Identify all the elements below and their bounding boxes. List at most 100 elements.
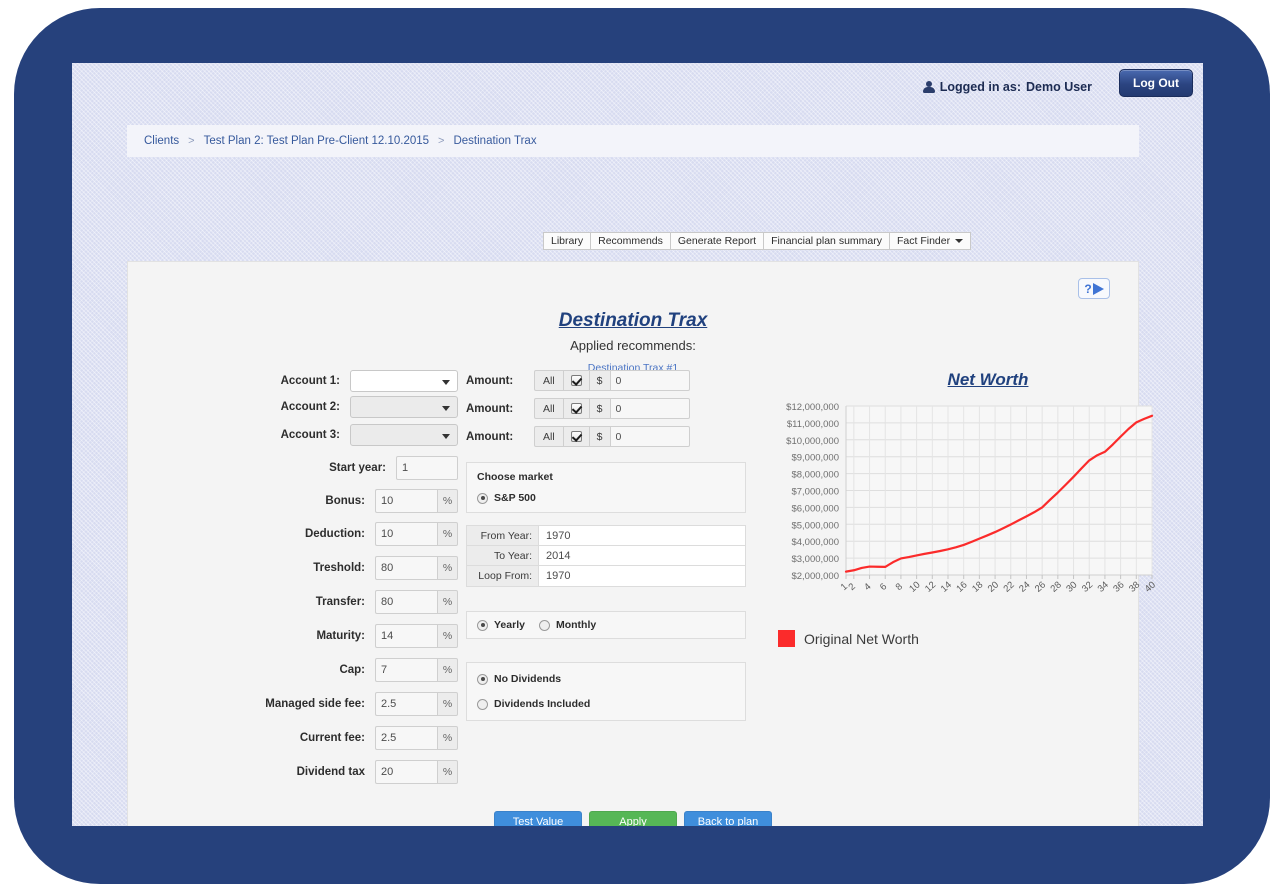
current-fee-percent-suffix: % (437, 726, 458, 750)
tab-library[interactable]: Library (544, 233, 592, 249)
transfer-input[interactable] (375, 590, 437, 614)
question-mark-icon: ? (1084, 281, 1092, 296)
deduction-percent-suffix: % (437, 522, 458, 546)
back-to-plan-button[interactable]: Back to plan (684, 811, 772, 826)
chevron-down-icon (955, 239, 964, 243)
screen-root: Logged in as: Demo User Log Out Clients … (0, 0, 1283, 891)
amount-3-all-checkbox-wrap (562, 426, 589, 447)
tab-generate-report-label: Generate Report (677, 235, 757, 247)
help-video-button[interactable]: ? (1078, 278, 1110, 299)
amount-2-group: All $ (534, 398, 690, 419)
tab-recommends[interactable]: Recommends (591, 233, 671, 249)
market-option-sp500[interactable]: S&P 500 (477, 492, 735, 504)
field-row-start-year: Start year: (128, 456, 458, 480)
dividends-option-none[interactable]: No Dividends (477, 673, 735, 685)
svg-text:28: 28 (1049, 580, 1064, 595)
chart-legend: Original Net Worth (778, 630, 1168, 647)
svg-text:26: 26 (1033, 580, 1048, 595)
field-row-current-fee: Current fee: % (128, 726, 458, 750)
field-row-cap: Cap: % (128, 658, 458, 682)
from-year-value[interactable]: 1970 (539, 526, 745, 545)
maturity-group: % (375, 624, 458, 648)
account-3-label: Account 3: (280, 429, 340, 441)
loop-from-value[interactable]: 1970 (539, 566, 745, 586)
frequency-box: Yearly Monthly (466, 611, 746, 639)
apply-button[interactable]: Apply (589, 811, 677, 826)
frequency-monthly-label: Monthly (555, 619, 597, 631)
svg-text:$8,000,000: $8,000,000 (791, 470, 839, 481)
treshold-input[interactable] (375, 556, 437, 580)
account-2-select[interactable] (350, 396, 458, 418)
field-row-maturity: Maturity: % (128, 624, 458, 648)
dividends-included-radio[interactable] (477, 698, 488, 710)
breadcrumb-item-destination-trax[interactable]: Destination Trax (453, 135, 536, 147)
frequency-monthly-radio[interactable] (538, 619, 550, 631)
content-panel: ? Destination Trax Applied recommends: D… (127, 261, 1158, 826)
svg-text:$2,000,000: $2,000,000 (791, 571, 839, 582)
amount-1-input[interactable] (609, 370, 690, 391)
account-row-1: Account 1: (128, 370, 458, 392)
field-row-bonus: Bonus: % (128, 489, 458, 513)
account-2-label: Account 2: (280, 401, 340, 413)
managed-side-fee-input[interactable] (375, 692, 437, 716)
breadcrumb-item-clients[interactable]: Clients (144, 135, 179, 147)
account-row-2: Account 2: (128, 396, 458, 418)
account-3-select[interactable] (350, 424, 458, 446)
tab-financial-plan-summary[interactable]: Financial plan summary (764, 233, 890, 249)
breadcrumb-item-plan[interactable]: Test Plan 2: Test Plan Pre-Client 12.10.… (204, 135, 429, 147)
dividend-tax-input[interactable] (375, 760, 437, 784)
svg-text:$5,000,000: $5,000,000 (791, 520, 839, 531)
start-year-input[interactable] (396, 456, 458, 480)
cap-percent-suffix: % (437, 658, 458, 682)
maturity-input[interactable] (375, 624, 437, 648)
to-year-value[interactable]: 2014 (539, 546, 745, 565)
page-title: Destination Trax (558, 310, 708, 331)
amount-2-currency-symbol: $ (588, 398, 610, 419)
frequency-option-monthly[interactable]: Monthly (538, 619, 597, 631)
svg-text:30: 30 (1064, 580, 1079, 595)
svg-text:$3,000,000: $3,000,000 (791, 554, 839, 565)
amount-1-all-checkbox-wrap (562, 370, 589, 391)
to-year-label: To Year: (467, 546, 539, 565)
app-header: Logged in as: Demo User Log Out (72, 63, 1203, 121)
transfer-percent-suffix: % (437, 590, 458, 614)
amount-3-all-checkbox[interactable] (570, 431, 582, 442)
frequency-yearly-radio[interactable] (477, 619, 488, 631)
frequency-option-yearly[interactable]: Yearly (477, 619, 525, 631)
deduction-input[interactable] (375, 522, 437, 546)
dividend-tax-label: Dividend tax (296, 766, 365, 778)
amount-3-input[interactable] (609, 426, 690, 447)
amount-2-all-checkbox[interactable] (570, 403, 582, 414)
log-out-button[interactable]: Log Out (1119, 69, 1193, 97)
dividend-tax-group: % (375, 760, 458, 784)
amount-2-label: Amount: (466, 402, 514, 415)
tab-library-label: Library (551, 235, 584, 247)
cap-label: Cap: (339, 664, 365, 676)
field-row-deduction: Deduction: % (128, 522, 458, 546)
choose-market-title: Choose market (477, 471, 553, 483)
bonus-input[interactable] (375, 489, 437, 513)
tab-generate-report[interactable]: Generate Report (670, 233, 765, 249)
cap-input[interactable] (375, 658, 437, 682)
bonus-label: Bonus: (325, 495, 365, 507)
amount-3-currency-symbol: $ (588, 426, 610, 447)
field-row-managed-side-fee: Managed side fee: % (128, 692, 458, 716)
account-1-select[interactable] (350, 370, 458, 392)
transfer-group: % (375, 590, 458, 614)
current-fee-input[interactable] (375, 726, 437, 750)
chart-canvas: $12,000,000 $11,000,000 $10,000,000 $9,000,… (786, 402, 1158, 595)
no-dividends-radio[interactable] (477, 673, 488, 685)
frequency-yearly-label: Yearly (494, 619, 525, 631)
managed-side-fee-group: % (375, 692, 458, 716)
dividends-included-label: Dividends Included (494, 698, 591, 710)
test-value-button[interactable]: Test Value (494, 811, 582, 826)
market-sp500-radio[interactable] (477, 492, 488, 504)
bonus-group: % (375, 489, 458, 513)
current-fee-group: % (375, 726, 458, 750)
amount-1-all-checkbox[interactable] (570, 375, 582, 386)
dividends-option-included[interactable]: Dividends Included (477, 698, 735, 710)
amount-2-input[interactable] (609, 398, 690, 419)
svg-text:36: 36 (1111, 580, 1126, 595)
tab-fact-finder[interactable]: Fact Finder (890, 233, 971, 249)
svg-text:2: 2 (847, 581, 858, 593)
